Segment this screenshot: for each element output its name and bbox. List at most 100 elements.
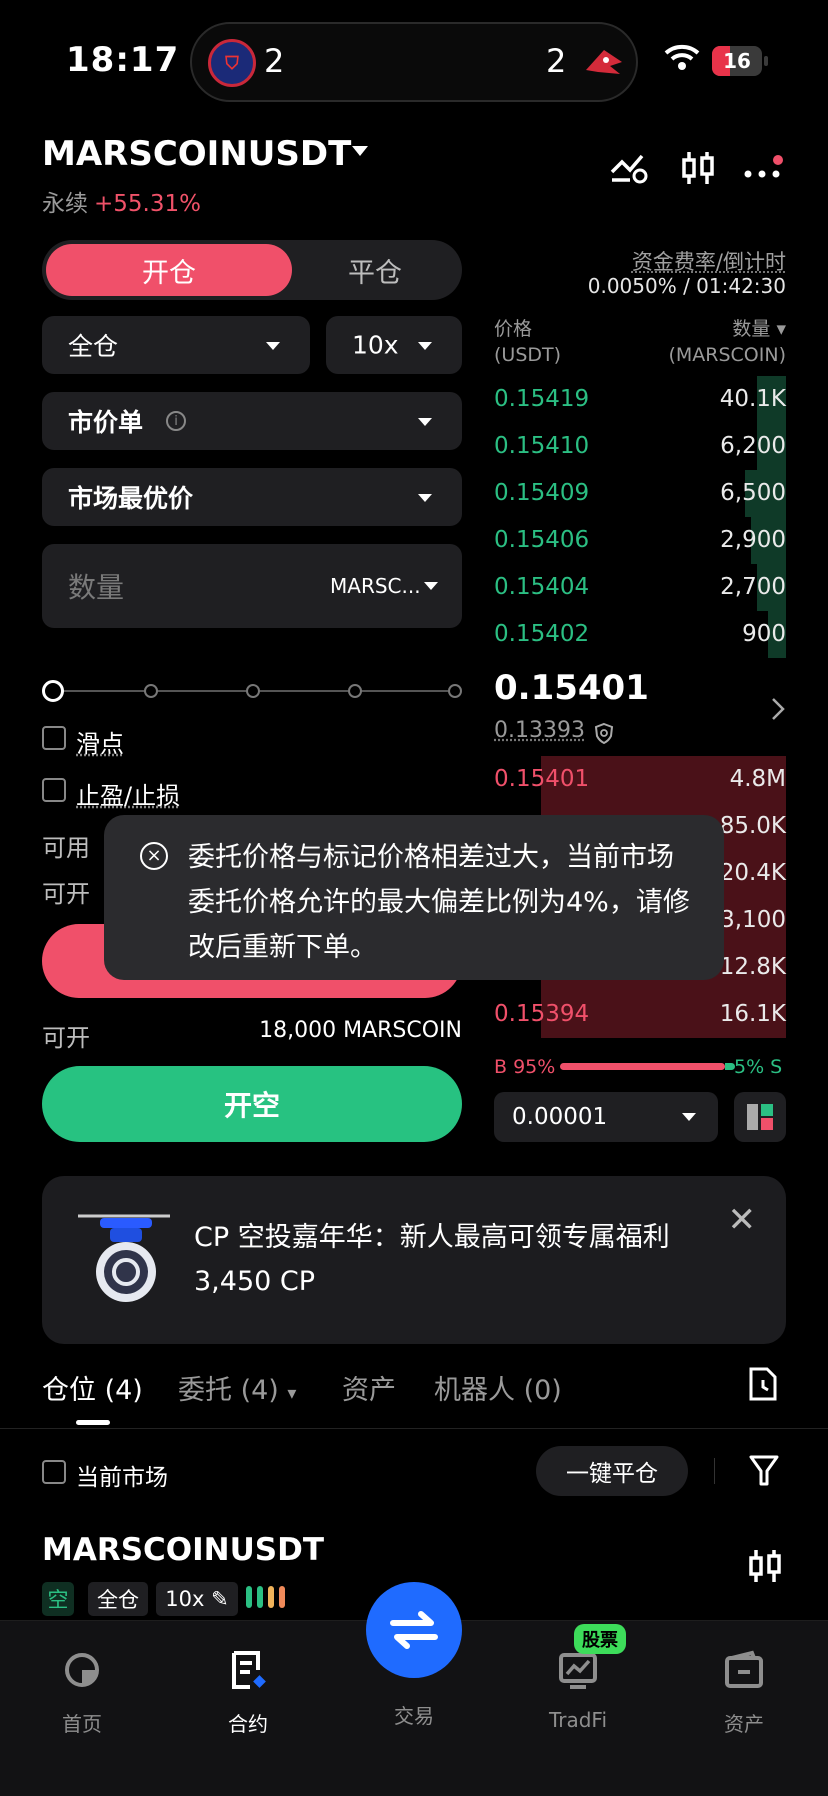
adl-indicator [246, 1586, 286, 1608]
position-pair[interactable]: MARSCOINUSDT [42, 1532, 324, 1568]
tabbar-trade-label: 交易 [394, 1704, 434, 1728]
slider-step[interactable] [448, 684, 462, 698]
slider-step[interactable] [144, 684, 158, 698]
ask-row[interactable]: 0.15404 2,700 [494, 564, 786, 611]
slippage-checkbox[interactable] [42, 726, 66, 750]
chevron-down-icon [266, 342, 280, 350]
orderbook-layout-button[interactable] [734, 1092, 786, 1142]
price-change: +55.31% [94, 191, 201, 217]
tab-bots[interactable]: 机器人 (0) [434, 1368, 562, 1407]
tpsl-checkbox[interactable] [42, 778, 66, 802]
close-icon[interactable]: ✕ [728, 1200, 757, 1240]
chevron-down-icon[interactable] [352, 146, 368, 156]
ask-row[interactable]: 0.15409 6,500 [494, 470, 786, 517]
ask-row[interactable]: 0.15410 6,200 [494, 423, 786, 470]
funding-rate-label[interactable]: 资金费率/倒计时 [560, 246, 786, 276]
slider-step[interactable] [348, 684, 362, 698]
quantity-placeholder: 数量 [68, 571, 125, 604]
tabbar-futures-label: 合约 [228, 1712, 268, 1736]
mark-price[interactable]: 0.13393 [494, 718, 585, 743]
side-tag: 空 [42, 1582, 74, 1616]
current-market-checkbox[interactable] [42, 1460, 66, 1484]
chevron-down-icon[interactable] [424, 582, 438, 590]
promo-banner[interactable]: CP 空投嘉年华：新人最高可领专属福利 3,450 CP ✕ [42, 1176, 786, 1344]
leverage-select[interactable]: 10x [326, 316, 462, 374]
quantity-input[interactable]: 数量 MARSC... [42, 544, 462, 628]
contract-type: 永续 [42, 191, 88, 217]
tabbar-futures[interactable]: 合约 [188, 1650, 308, 1737]
quantity-unit[interactable]: MARSC... [330, 574, 421, 598]
stock-badge: 股票 [574, 1624, 626, 1654]
battery-icon: 16 [712, 46, 768, 76]
tab-orders[interactable]: 委托 (4) ▾ [178, 1368, 296, 1407]
bid-row[interactable]: 0.15401 4.8M [494, 756, 786, 803]
battery-level: 16 [723, 49, 751, 73]
info-icon[interactable]: i [166, 411, 186, 431]
airdrop-drone-icon [78, 1214, 170, 1302]
order-type-select[interactable]: 市价单 i [42, 392, 462, 450]
close-all-button[interactable]: 一键平仓 [536, 1446, 688, 1496]
trade-fab-button[interactable] [366, 1582, 462, 1678]
ob-qty-header[interactable]: 数量 ▾ (MARSCOIN) [630, 316, 786, 368]
tabbar-trade[interactable]: 交易 [354, 1686, 474, 1729]
mode-tag: 全仓 [88, 1582, 148, 1616]
ob-price-header: 价格 (USDT) [494, 318, 562, 366]
ask-price: 0.15410 [494, 433, 590, 459]
ask-price: 0.15402 [494, 621, 590, 647]
ask-row[interactable]: 0.15402 900 [494, 611, 786, 658]
open-short-button[interactable]: 开空 [42, 1066, 462, 1142]
ask-row[interactable]: 0.15406 2,900 [494, 517, 786, 564]
tab-positions[interactable]: 仓位 (4) [42, 1368, 143, 1407]
tabbar-tradfi[interactable]: TradFi [518, 1650, 638, 1732]
open-close-toggle: 开仓 平仓 [42, 240, 462, 300]
last-price: 0.15401 [494, 668, 649, 708]
tabbar-home-label: 首页 [62, 1712, 102, 1736]
ask-row[interactable]: 0.15419 40.1K [494, 376, 786, 423]
team-logo-icon: ⛉ [208, 39, 256, 87]
error-x-icon: × [140, 842, 168, 870]
tabbar-assets-label: 资产 [724, 1712, 764, 1736]
price-type-select[interactable]: 市场最优价 [42, 468, 462, 526]
layout-icon [747, 1104, 773, 1130]
leverage-tag[interactable]: 10x ✎ [156, 1582, 238, 1616]
precision-select[interactable]: 0.00001 [494, 1092, 718, 1142]
ask-qty: 2,700 [720, 574, 786, 600]
funding-rate-value: 0.0050% / 01:42:30 [587, 274, 786, 298]
tabbar-tradfi-label: TradFi [548, 1708, 608, 1732]
buy-ratio: B 95% [494, 1056, 556, 1078]
candlestick-chart-icon[interactable] [680, 150, 716, 188]
candlestick-chart-icon[interactable] [748, 1548, 782, 1586]
tabbar-assets[interactable]: 资产 [684, 1650, 804, 1737]
tab-assets[interactable]: 资产 [342, 1368, 396, 1407]
futures-icon [232, 1651, 266, 1689]
tabbar-home[interactable]: 首页 [22, 1650, 142, 1737]
ask-price: 0.15419 [494, 386, 590, 412]
bid-row[interactable]: 0.15394 16.1K [494, 991, 786, 1038]
slider-handle[interactable] [42, 680, 64, 702]
filter-icon[interactable] [748, 1454, 780, 1488]
chevron-right-icon[interactable] [770, 696, 786, 722]
margin-mode-value: 全仓 [68, 332, 119, 361]
promo-text: CP 空投嘉年华：新人最高可领专属福利 3,450 CP [194, 1222, 670, 1297]
swap-arrows-icon [390, 1611, 438, 1649]
ask-price: 0.15404 [494, 574, 590, 600]
price-alert-icon[interactable] [610, 150, 650, 186]
margin-mode-select[interactable]: 全仓 [42, 316, 310, 374]
slider-step[interactable] [246, 684, 260, 698]
tab-open[interactable]: 开仓 [46, 244, 292, 296]
current-market-label[interactable]: 当前市场 [76, 1458, 168, 1492]
pair-title[interactable]: MARSCOINUSDT [42, 134, 351, 174]
price-type-value: 市场最优价 [68, 484, 194, 513]
slippage-label[interactable]: 滑点 [76, 724, 124, 759]
divider [714, 1458, 715, 1484]
tpsl-label[interactable]: 止盈/止损 [76, 776, 180, 811]
wifi-icon [664, 44, 700, 70]
history-document-icon[interactable] [748, 1366, 778, 1402]
can-open-label-2: 可开 [42, 1024, 90, 1052]
toast-message: 委托价格与标记价格相差过大，当前市场委托价格允许的最大偏差比例为4%，请修改后重… [188, 842, 690, 963]
chevron-down-icon [418, 418, 432, 426]
leverage-value: 10x [352, 330, 399, 360]
can-open-value: 18,000 MARSCOIN [259, 1018, 462, 1043]
tab-close[interactable]: 平仓 [292, 244, 458, 296]
more-icon[interactable] [744, 150, 788, 186]
